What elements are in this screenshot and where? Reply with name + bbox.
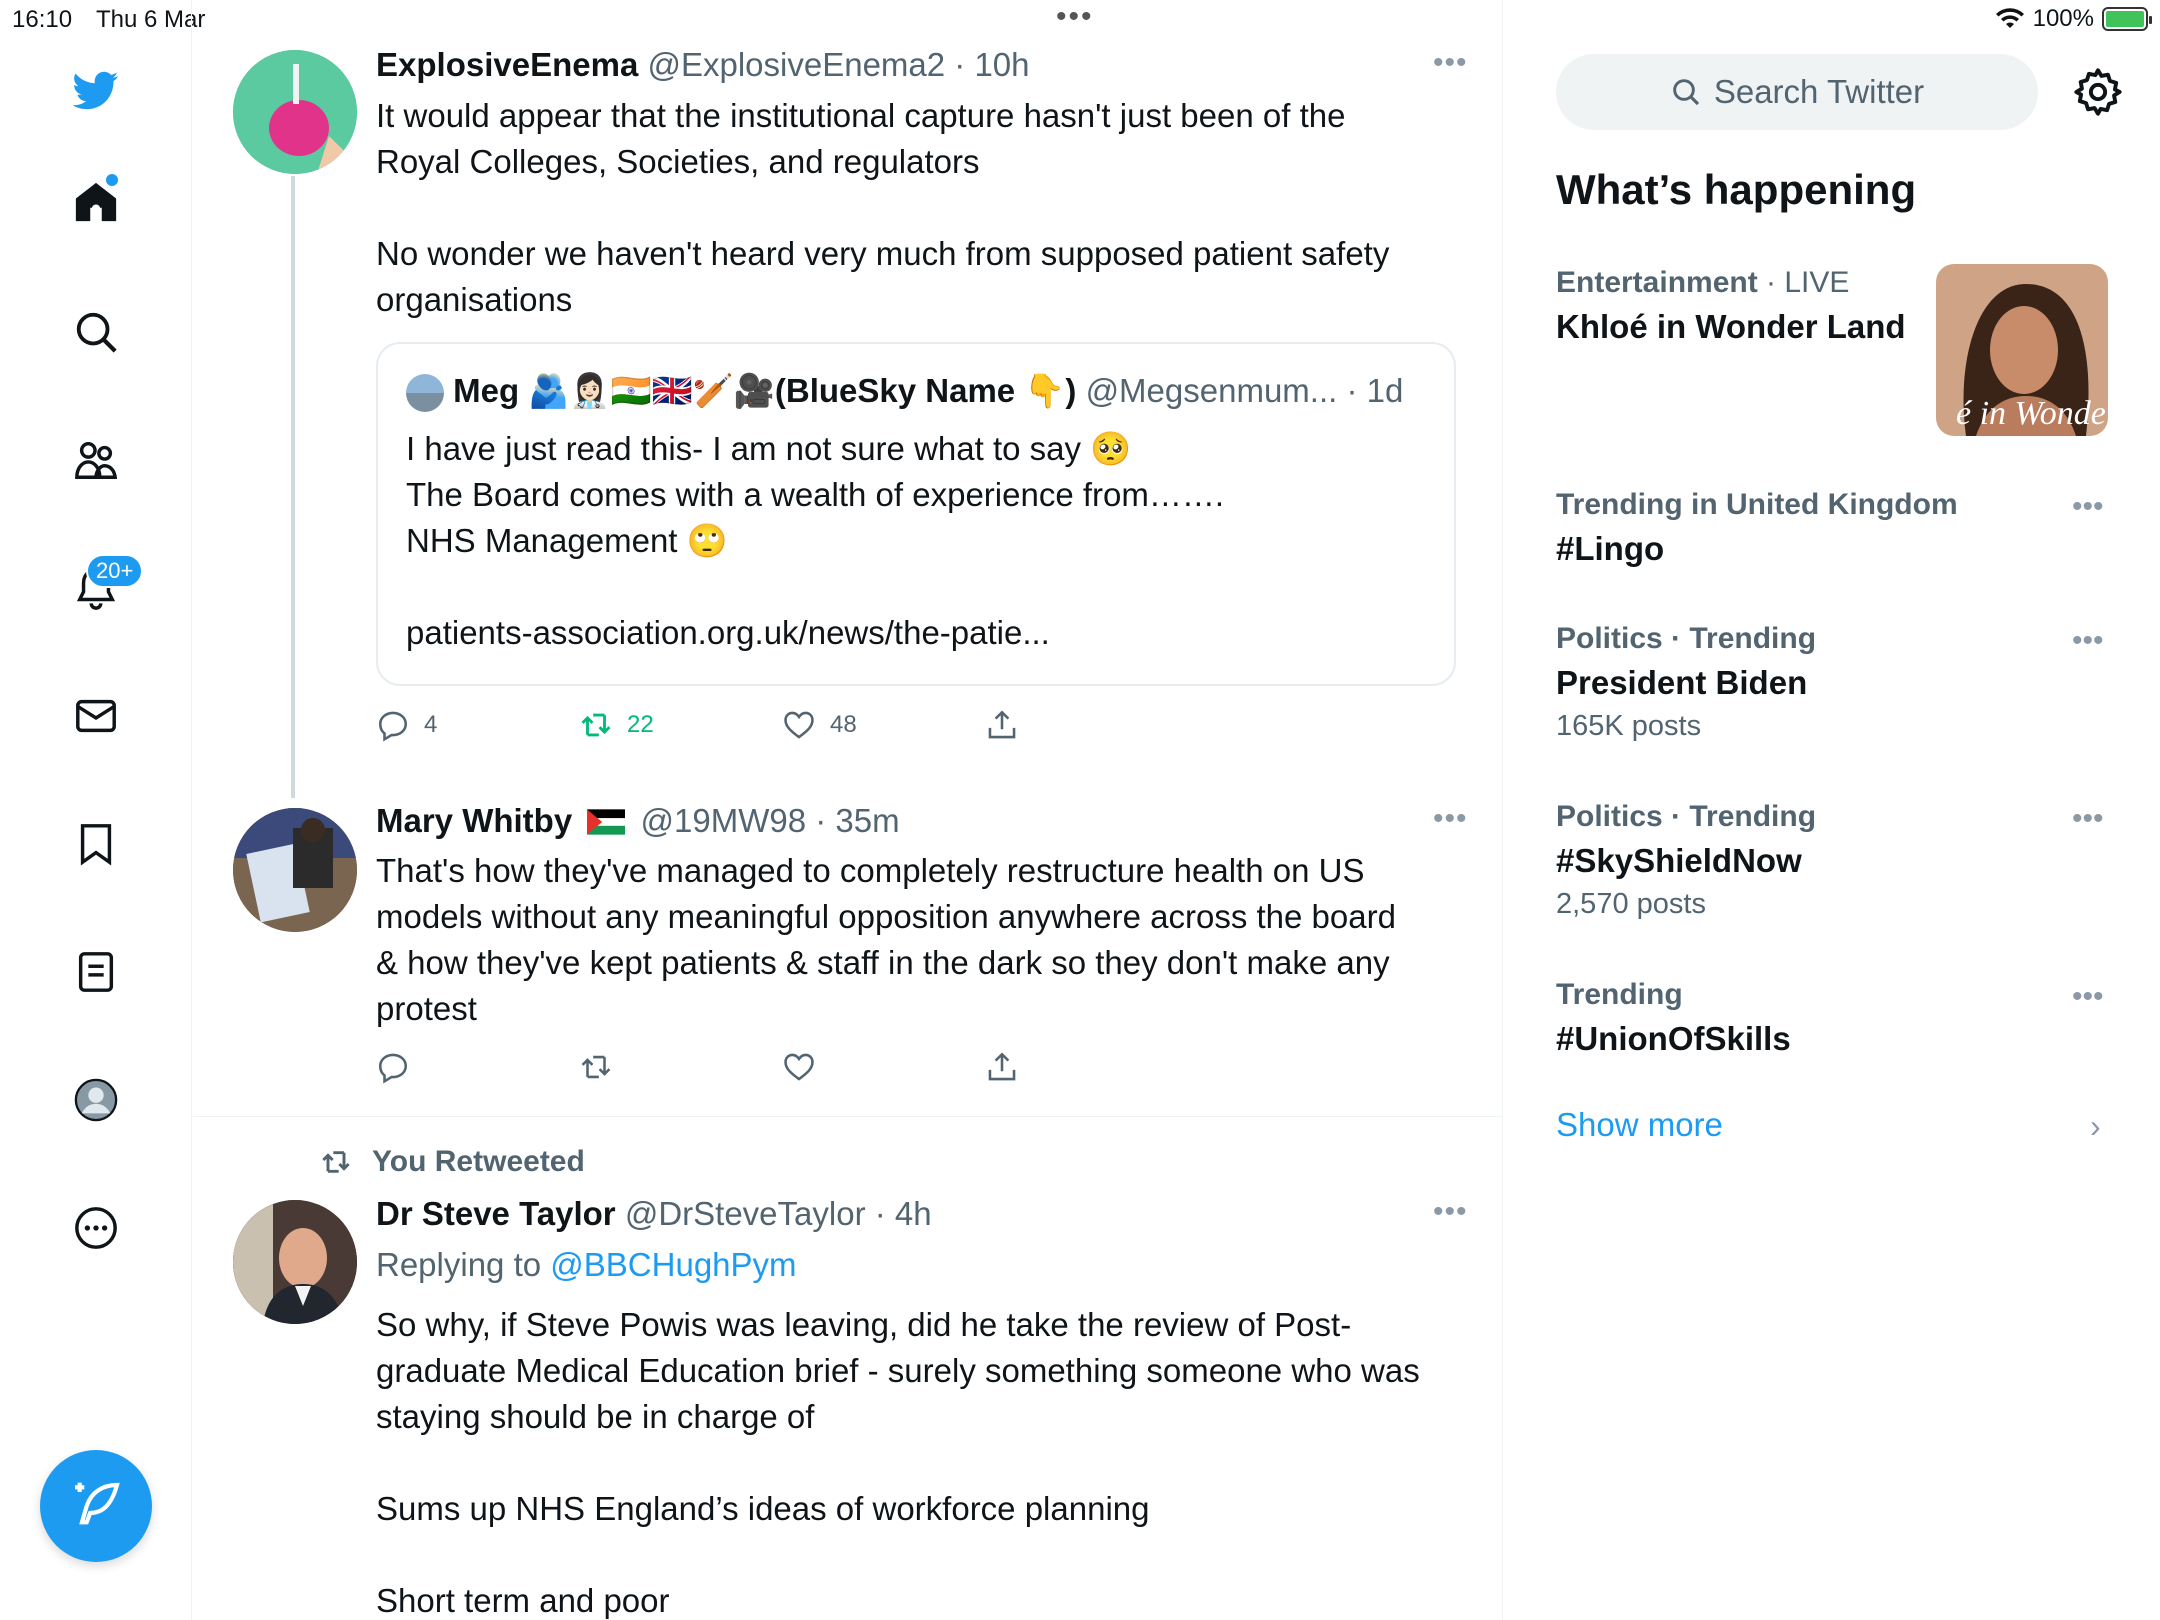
palestine-flag-icon bbox=[587, 809, 626, 835]
reply-count: 4 bbox=[424, 711, 438, 738]
tweet-actions bbox=[376, 1050, 1188, 1084]
trend-post-count: 2,570 posts bbox=[1556, 888, 1706, 920]
trend-post-count: 165K posts bbox=[1556, 710, 1702, 742]
heart-icon bbox=[784, 1053, 814, 1081]
left-navigation: 20+ bbox=[0, 0, 192, 1620]
trend-title: #SkyShieldNow bbox=[1556, 842, 1802, 879]
trend-title: #Lingo bbox=[1556, 530, 1665, 567]
heart-icon bbox=[784, 711, 814, 739]
retweet-small-icon bbox=[322, 1151, 350, 1173]
tweet-actions: 4 22 48 bbox=[376, 708, 1188, 742]
share-icon bbox=[988, 1052, 1016, 1081]
search-icon[interactable] bbox=[68, 304, 124, 360]
home-notification-dot bbox=[106, 174, 118, 186]
retweet-count: 22 bbox=[627, 711, 654, 738]
tweet-text: That's how they've managed to completely… bbox=[376, 852, 1396, 1027]
trend-context: Politics · Trending bbox=[1556, 800, 1817, 833]
quoted-tweet[interactable]: Meg 🫂👩🏻‍⚕️🇮🇳🇬🇧🏏🎥(BlueSky Name 👇) @Megsen… bbox=[376, 342, 1456, 686]
retweeted-indicator: You Retweeted bbox=[316, 1145, 585, 1179]
right-sidebar: Search Twitter What’s happening Entertai… bbox=[1504, 0, 2160, 1620]
communities-icon[interactable] bbox=[68, 432, 124, 488]
like-button[interactable] bbox=[782, 1050, 985, 1084]
retweeted-label: You Retweeted bbox=[372, 1145, 585, 1178]
share-button[interactable] bbox=[985, 1050, 1188, 1084]
trend-context: · LIVE bbox=[1757, 266, 1850, 299]
messages-icon[interactable] bbox=[68, 688, 124, 744]
tweet-author-handle[interactable]: @19MW98 · 35m bbox=[641, 802, 900, 839]
reply-icon bbox=[378, 711, 408, 742]
reply-button[interactable]: 4 bbox=[376, 708, 579, 742]
search-icon bbox=[1673, 79, 1699, 106]
tweet-divider bbox=[193, 1116, 1503, 1117]
avatar[interactable] bbox=[233, 1200, 357, 1324]
quoted-tweet-text: I have just read this- I am not sure wha… bbox=[406, 430, 1225, 651]
trend-context: Trending bbox=[1556, 978, 1683, 1011]
trend-item[interactable]: Politics · Trending #SkyShieldNow 2,570 … bbox=[1556, 800, 2116, 921]
tweet-text: It would appear that the institutional c… bbox=[376, 97, 1390, 318]
show-more-link[interactable]: Show more bbox=[1556, 1106, 1723, 1144]
trend-thumbnail[interactable]: é in Wonder L bbox=[1936, 264, 2108, 436]
tweet-text: So why, if Steve Powis was leaving, did … bbox=[376, 1306, 1420, 1619]
tweet-more-icon[interactable]: ••• bbox=[1433, 802, 1468, 836]
tweet-author-name[interactable]: Dr Steve Taylor bbox=[376, 1195, 616, 1232]
trend-more-icon[interactable]: ••• bbox=[2072, 980, 2104, 1014]
profile-avatar-icon[interactable] bbox=[68, 1072, 124, 1128]
thread-connector bbox=[291, 176, 295, 798]
trend-item[interactable]: Trending in United Kingdom #Lingo bbox=[1556, 488, 2116, 568]
tweet-header: Dr Steve Taylor @DrSteveTaylor · 4h bbox=[376, 1195, 932, 1233]
trend-title: President Biden bbox=[1556, 664, 1808, 701]
tweet-author-name[interactable]: ExplosiveEnema bbox=[376, 46, 638, 83]
avatar[interactable] bbox=[233, 808, 357, 932]
trend-item[interactable]: Trending #UnionOfSkills bbox=[1556, 978, 2116, 1058]
quoted-tweet-header: Meg 🫂👩🏻‍⚕️🇮🇳🇬🇧🏏🎥(BlueSky Name 👇) @Megsen… bbox=[406, 372, 1404, 413]
reply-button[interactable] bbox=[376, 1050, 579, 1084]
chevron-right-icon[interactable]: › bbox=[2090, 1108, 2101, 1145]
tweet-author-handle[interactable]: @ExplosiveEnema2 · 10h bbox=[647, 46, 1029, 83]
twitter-logo-icon[interactable] bbox=[68, 62, 124, 118]
retweet-icon bbox=[581, 1055, 611, 1079]
compose-tweet-button[interactable] bbox=[40, 1450, 152, 1562]
like-button[interactable]: 48 bbox=[782, 708, 985, 742]
more-options-icon[interactable] bbox=[68, 1200, 124, 1256]
search-placeholder: Search Twitter bbox=[1713, 73, 1925, 110]
trend-title: #UnionOfSkills bbox=[1556, 1020, 1791, 1057]
tweet-header: Mary Whitby @19MW98 · 35m bbox=[376, 802, 900, 840]
replying-to: Replying to @BBCHughPym bbox=[376, 1246, 797, 1284]
trend-more-icon[interactable]: ••• bbox=[2072, 802, 2104, 836]
timeline: ExplosiveEnema @ExplosiveEnema2 · 10h ••… bbox=[193, 0, 1503, 1620]
replying-prefix: Replying to bbox=[376, 1246, 542, 1283]
trend-more-icon[interactable]: ••• bbox=[2072, 624, 2104, 658]
trend-context: Trending in United Kingdom bbox=[1556, 488, 1958, 521]
retweet-icon bbox=[581, 713, 611, 737]
tweet-header: ExplosiveEnema @ExplosiveEnema2 · 10h bbox=[376, 46, 1030, 84]
notifications-badge: 20+ bbox=[86, 554, 144, 588]
trend-context: Politics · Trending bbox=[1556, 622, 1817, 655]
share-button[interactable] bbox=[985, 708, 1188, 742]
share-icon bbox=[988, 710, 1016, 739]
quoted-author-handle: @Megsenmum... · 1d bbox=[1085, 372, 1404, 409]
trend-item[interactable]: Politics · Trending President Biden 165K… bbox=[1556, 622, 2116, 743]
whats-happening-heading: What’s happening bbox=[1556, 166, 1917, 213]
tweet-more-icon[interactable]: ••• bbox=[1433, 1195, 1468, 1229]
tweet-more-icon[interactable]: ••• bbox=[1433, 46, 1468, 80]
settings-gear-icon[interactable] bbox=[2072, 66, 2124, 118]
trend-thumbnail-caption: é in Wonder L bbox=[1956, 395, 2108, 432]
tweet-author-handle[interactable]: @DrSteveTaylor · 4h bbox=[625, 1195, 932, 1232]
reply-icon bbox=[378, 1053, 408, 1084]
trend-more-icon[interactable]: ••• bbox=[2072, 490, 2104, 524]
retweet-button[interactable]: 22 bbox=[579, 708, 782, 742]
tweet-author-name[interactable]: Mary Whitby bbox=[376, 802, 572, 839]
avatar[interactable] bbox=[233, 50, 357, 174]
quoted-avatar bbox=[406, 374, 444, 413]
replying-mention-link[interactable]: @BBCHughPym bbox=[550, 1246, 796, 1283]
retweet-button[interactable] bbox=[579, 1050, 782, 1084]
compose-feather-icon bbox=[75, 1482, 120, 1525]
bookmarks-icon[interactable] bbox=[68, 816, 124, 872]
like-count: 48 bbox=[830, 711, 857, 738]
search-input[interactable]: Search Twitter bbox=[1556, 54, 2038, 130]
trend-category: Entertainment bbox=[1556, 266, 1758, 299]
lists-icon[interactable] bbox=[68, 944, 124, 1000]
quoted-author-name: Meg 🫂👩🏻‍⚕️🇮🇳🇬🇧🏏🎥(BlueSky Name 👇) bbox=[453, 372, 1077, 409]
